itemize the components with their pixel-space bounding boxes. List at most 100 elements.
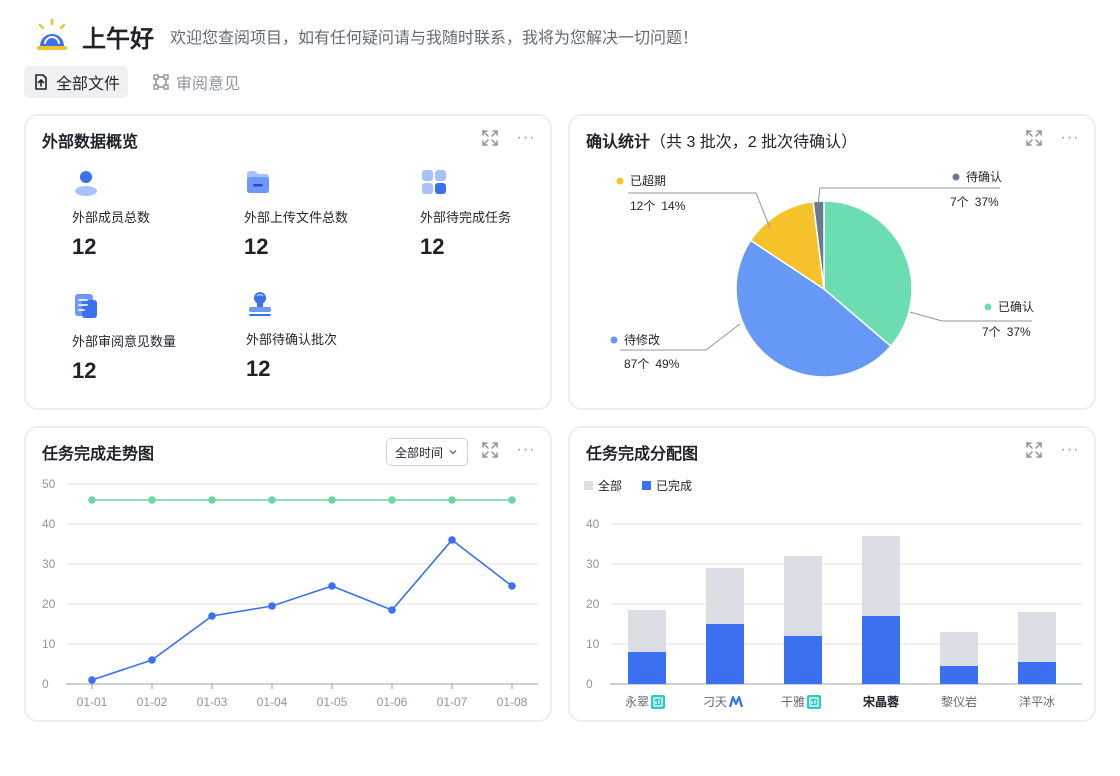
x-category-label: 刁天 xyxy=(703,695,727,709)
apps-grid-icon xyxy=(422,170,446,194)
data-point[interactable] xyxy=(208,612,216,620)
data-point[interactable] xyxy=(148,656,156,664)
trend-line-chart: 0 10 20 30 40 50 01-01 01-02 01-03 01-04 01-05 01-0… xyxy=(42,477,538,709)
data-point[interactable] xyxy=(268,602,276,610)
bar-completed[interactable] xyxy=(706,624,744,684)
overview-title: 外部数据概览 xyxy=(42,134,139,151)
pie-label-confirmed: 已确认 7个 37% xyxy=(982,300,1034,339)
svg-text:7个37%: 7个 37% xyxy=(950,195,999,209)
svg-text:已确认: 已确认 xyxy=(998,300,1034,314)
y-tick-label: 10 xyxy=(586,637,600,651)
tab-all-files[interactable]: 全部文件 xyxy=(24,66,129,98)
tab-review-comments[interactable]: 审阅意见 xyxy=(144,66,248,98)
stat-value: 12 xyxy=(420,234,445,259)
more-icon[interactable]: ··· xyxy=(1060,440,1080,460)
legend-label-done: 已完成 xyxy=(656,478,692,493)
data-point[interactable] xyxy=(508,582,516,590)
y-tick-label: 40 xyxy=(586,517,600,531)
bar-completed[interactable] xyxy=(940,666,978,684)
stat-members: 外部成员总数 12 xyxy=(72,168,232,260)
svg-text:7个37%: 7个 37% xyxy=(982,325,1031,339)
upload-file-icon xyxy=(35,74,47,90)
stat-pending-batches: 外部待确认批次 12 xyxy=(246,290,406,382)
sunrise-alarm-icon xyxy=(37,18,67,50)
more-icon[interactable]: ··· xyxy=(1060,128,1080,148)
data-point[interactable] xyxy=(88,676,96,684)
data-point[interactable] xyxy=(388,606,396,614)
confirm-pie-chart: 已超期 12个 14% 待确认 7个 37% 已确认 7个 37% 待修改 87个 49… xyxy=(610,170,1034,378)
expand-icon[interactable] xyxy=(1024,440,1044,460)
distribution-bar-chart: 全部 已完成 0 10 20 30 40 永翠 刁天 干雅 宋晶蓉 黎仪岩 洋平冰 xyxy=(584,478,1082,709)
y-tick-label: 10 xyxy=(42,637,56,651)
chevron-down-icon xyxy=(449,450,457,455)
doc-badge-icon xyxy=(651,695,665,709)
x-tick-label: 01-06 xyxy=(377,695,408,709)
y-tick-label: 50 xyxy=(42,477,56,491)
confirm-stats-card: 确认统计（共 3 批次，2 批次待确认） ··· 已超期 12个 14% 待确认 … xyxy=(568,114,1096,410)
data-point[interactable] xyxy=(388,496,396,504)
svg-text:待确认: 待确认 xyxy=(966,170,1002,184)
distribution-card: 任务完成分配图 ··· 全部 已完成 0 10 20 30 40 永翠 刁天 干雅 宋晶蓉 黎仪岩… xyxy=(568,426,1096,722)
data-point[interactable] xyxy=(448,536,456,544)
x-tick-label: 01-01 xyxy=(77,695,108,709)
stat-label: 外部待确认批次 xyxy=(246,332,338,347)
stat-value: 12 xyxy=(246,356,271,381)
greeting-title: 上午好 xyxy=(82,25,154,53)
stat-label: 外部待完成任务 xyxy=(420,210,512,225)
y-tick-label: 30 xyxy=(586,557,600,571)
doc-badge-icon xyxy=(807,695,821,709)
time-range-value: 全部时间 xyxy=(395,445,444,460)
stat-label: 外部成员总数 xyxy=(72,210,151,225)
bar-completed[interactable] xyxy=(1018,662,1056,684)
trend-card: 任务完成走势图 全部时间 ··· 0 10 20 30 40 50 01-01 01-02 01… xyxy=(24,426,552,722)
expand-icon[interactable] xyxy=(480,440,500,460)
bar-completed[interactable] xyxy=(628,652,666,684)
x-tick-label: 01-07 xyxy=(437,695,468,709)
data-point[interactable] xyxy=(268,496,276,504)
distribution-title: 任务完成分配图 xyxy=(586,446,699,463)
x-category-label: 宋晶蓉 xyxy=(863,694,900,709)
data-point[interactable] xyxy=(208,496,216,504)
stat-value: 12 xyxy=(72,234,97,259)
greeting-subtitle: 欢迎您查阅项目，如有任何疑问请与我随时联系，我将为您解决一切问题！ xyxy=(170,30,699,47)
expand-icon[interactable] xyxy=(1024,128,1044,148)
expand-icon[interactable] xyxy=(480,128,500,148)
data-point[interactable] xyxy=(88,496,96,504)
svg-text:12个14%: 12个 14% xyxy=(630,199,686,213)
y-tick-label: 40 xyxy=(42,517,56,531)
data-point[interactable] xyxy=(508,496,516,504)
x-tick-label: 01-08 xyxy=(497,695,528,709)
more-icon[interactable]: ··· xyxy=(516,128,536,148)
svg-text:待修改: 待修改 xyxy=(624,332,660,347)
data-point[interactable] xyxy=(448,496,456,504)
svg-text:87个49%: 87个 49% xyxy=(624,357,680,371)
bar-completed[interactable] xyxy=(784,636,822,684)
stat-label: 外部上传文件总数 xyxy=(244,210,349,225)
x-tick-label: 01-02 xyxy=(137,695,168,709)
leader-line-pending xyxy=(817,187,1000,205)
x-category-label: 洋平冰 xyxy=(1019,694,1055,709)
data-point[interactable] xyxy=(148,496,156,504)
data-point[interactable] xyxy=(328,582,336,590)
trend-title: 任务完成走势图 xyxy=(42,446,155,463)
page-header: 上午好 欢迎您查阅项目，如有任何疑问请与我随时联系，我将为您解决一切问题！ xyxy=(34,16,698,56)
user-icon xyxy=(75,171,97,196)
stat-pending-tasks: 外部待完成任务 12 xyxy=(420,168,580,260)
overview-card: 外部数据概览 ··· 外部成员总数 12 外部上传文件总数 12 外部待完成任务… xyxy=(24,114,552,410)
stat-value: 12 xyxy=(244,234,269,259)
time-range-select[interactable]: 全部时间 xyxy=(386,438,469,466)
confirm-stats-title: 确认统计（共 3 批次，2 批次待确认） xyxy=(586,128,857,152)
bar-legend: 全部 已完成 xyxy=(584,478,692,493)
y-tick-label: 20 xyxy=(42,597,56,611)
svg-text:已超期: 已超期 xyxy=(630,173,666,188)
bar-completed[interactable] xyxy=(862,616,900,684)
pie-label-to-edit: 待修改 87个 49% xyxy=(610,332,680,371)
stat-review-comments: 外部审阅意见数量 12 xyxy=(72,292,232,384)
confirm-stats-title-detail: （共 3 批次，2 批次待确认） xyxy=(650,134,858,151)
data-point[interactable] xyxy=(328,496,336,504)
annotation-icon xyxy=(153,74,169,90)
x-tick-label: 01-04 xyxy=(257,695,288,709)
pie-label-pending: 待确认 7个 37% xyxy=(950,170,1002,209)
more-icon[interactable]: ··· xyxy=(516,440,536,460)
stat-label: 外部审阅意见数量 xyxy=(72,334,177,349)
